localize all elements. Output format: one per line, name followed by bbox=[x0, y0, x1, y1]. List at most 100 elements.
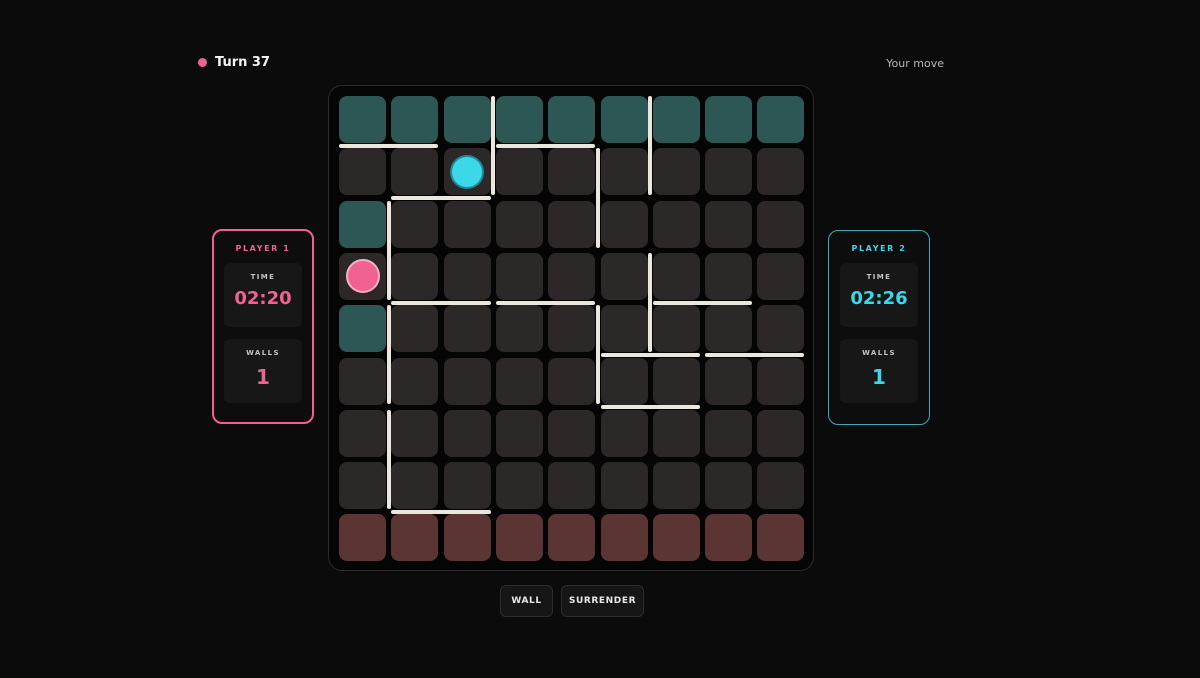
player-1-pawn[interactable] bbox=[345, 259, 380, 294]
board-cell[interactable] bbox=[339, 148, 386, 196]
board-cell[interactable] bbox=[600, 357, 648, 405]
board-cell[interactable] bbox=[495, 305, 543, 353]
board-cell[interactable] bbox=[339, 200, 386, 248]
turn-dot-icon bbox=[198, 58, 207, 67]
horizontal-wall bbox=[705, 352, 805, 357]
horizontal-wall bbox=[339, 143, 439, 148]
board-cell[interactable] bbox=[600, 514, 648, 562]
board-cell[interactable] bbox=[652, 409, 700, 457]
surrender-button[interactable]: SURRENDER bbox=[561, 585, 644, 617]
board-cell[interactable] bbox=[391, 462, 439, 510]
board-cell[interactable] bbox=[443, 357, 491, 405]
board-cell[interactable] bbox=[443, 305, 491, 353]
horizontal-wall bbox=[600, 352, 700, 357]
player-2-title: PLAYER 2 bbox=[851, 244, 907, 253]
board-cell[interactable] bbox=[600, 96, 648, 143]
board-cell[interactable] bbox=[705, 200, 753, 248]
board-cell[interactable] bbox=[705, 305, 753, 353]
board-cell[interactable] bbox=[705, 252, 753, 300]
board-cell[interactable] bbox=[548, 409, 596, 457]
board-cell[interactable] bbox=[391, 409, 439, 457]
board-cell[interactable] bbox=[548, 305, 596, 353]
player-1-walls-label: WALLS bbox=[246, 349, 280, 357]
board-cell[interactable] bbox=[757, 200, 805, 248]
board-cell[interactable] bbox=[652, 148, 700, 196]
board-cell[interactable] bbox=[757, 96, 805, 143]
board-cell[interactable] bbox=[339, 96, 386, 143]
board-cell[interactable] bbox=[705, 96, 753, 143]
turn-label: Turn 37 bbox=[215, 55, 270, 70]
board-cell[interactable] bbox=[652, 305, 700, 353]
player-1-time-box: TIME 02:20 bbox=[224, 263, 302, 327]
board-cell[interactable] bbox=[443, 462, 491, 510]
board-cell[interactable] bbox=[495, 96, 543, 143]
wall-button[interactable]: WALL bbox=[500, 585, 553, 617]
vertical-wall bbox=[386, 409, 391, 510]
board-cell[interactable] bbox=[443, 514, 491, 562]
board-cell[interactable] bbox=[600, 462, 648, 510]
horizontal-wall bbox=[391, 195, 491, 200]
board-cell[interactable] bbox=[705, 462, 753, 510]
board-cell[interactable] bbox=[757, 305, 805, 353]
player-2-time: 02:26 bbox=[850, 288, 908, 309]
board-cell[interactable] bbox=[548, 462, 596, 510]
board-cell[interactable] bbox=[600, 148, 648, 196]
board-cell[interactable] bbox=[757, 357, 805, 405]
board-cell[interactable] bbox=[495, 252, 543, 300]
board-cell[interactable] bbox=[391, 96, 439, 143]
board-cell[interactable] bbox=[652, 200, 700, 248]
board-cell[interactable] bbox=[652, 357, 700, 405]
board-cell[interactable] bbox=[548, 252, 596, 300]
board-cell[interactable] bbox=[391, 514, 439, 562]
board-cell[interactable] bbox=[443, 409, 491, 457]
horizontal-wall bbox=[600, 405, 700, 410]
board-cell[interactable] bbox=[339, 462, 386, 510]
board-cell[interactable] bbox=[495, 462, 543, 510]
board-cell[interactable] bbox=[548, 148, 596, 196]
board-cell[interactable] bbox=[652, 96, 700, 143]
board-cell[interactable] bbox=[495, 514, 543, 562]
board-cell[interactable] bbox=[443, 252, 491, 300]
board-cell[interactable] bbox=[600, 252, 648, 300]
board-cell[interactable] bbox=[548, 96, 596, 143]
board-cell[interactable] bbox=[652, 252, 700, 300]
board-cell[interactable] bbox=[391, 200, 439, 248]
board-cell[interactable] bbox=[757, 409, 805, 457]
board-cell[interactable] bbox=[339, 409, 386, 457]
board-cell[interactable] bbox=[548, 357, 596, 405]
board-cell[interactable] bbox=[600, 409, 648, 457]
board-cell[interactable] bbox=[391, 357, 439, 405]
board-cell[interactable] bbox=[757, 514, 805, 562]
board-cell[interactable] bbox=[600, 200, 648, 248]
player-2-panel: PLAYER 2 TIME 02:26 WALLS 1 bbox=[828, 230, 930, 425]
board-cell[interactable] bbox=[705, 514, 753, 562]
board-cell[interactable] bbox=[705, 357, 753, 405]
board-cell[interactable] bbox=[495, 409, 543, 457]
board-cell[interactable] bbox=[705, 409, 753, 457]
board-cell[interactable] bbox=[495, 200, 543, 248]
board-cell[interactable] bbox=[652, 514, 700, 562]
board-cell[interactable] bbox=[443, 200, 491, 248]
board-cell[interactable] bbox=[705, 148, 753, 196]
vertical-wall bbox=[491, 96, 496, 196]
board-cell[interactable] bbox=[391, 252, 439, 300]
board-cell[interactable] bbox=[443, 96, 491, 143]
board-cell[interactable] bbox=[548, 200, 596, 248]
player-2-time-box: TIME 02:26 bbox=[840, 263, 918, 327]
board-cell[interactable] bbox=[652, 462, 700, 510]
player-2-pawn[interactable] bbox=[450, 154, 485, 189]
board-cell[interactable] bbox=[339, 305, 386, 353]
board-cell[interactable] bbox=[757, 252, 805, 300]
board-cell[interactable] bbox=[391, 148, 439, 196]
board-cell[interactable] bbox=[495, 357, 543, 405]
board-cell[interactable] bbox=[757, 148, 805, 196]
vertical-wall bbox=[648, 96, 653, 196]
board-cell[interactable] bbox=[339, 514, 386, 562]
board-cell[interactable] bbox=[757, 462, 805, 510]
board-cell[interactable] bbox=[495, 148, 543, 196]
board-cell[interactable] bbox=[339, 357, 386, 405]
board-cell[interactable] bbox=[600, 305, 648, 353]
board-cell[interactable] bbox=[391, 305, 439, 353]
board-cell[interactable] bbox=[548, 514, 596, 562]
move-status: Your move bbox=[886, 57, 944, 70]
